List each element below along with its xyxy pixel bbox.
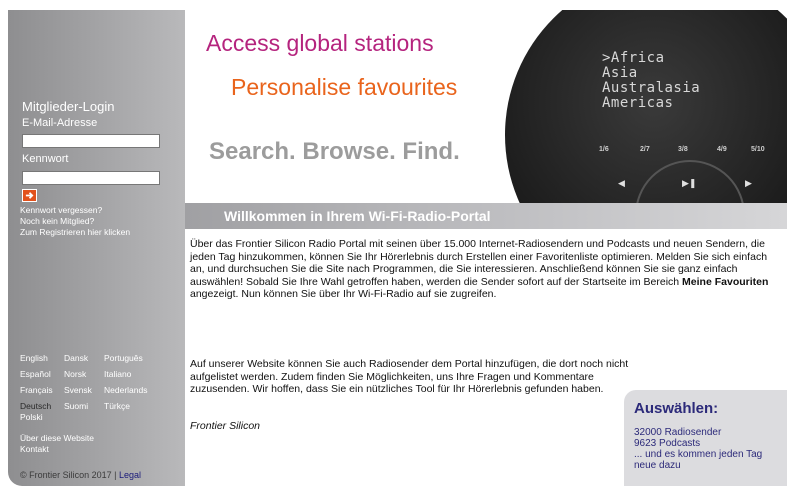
region-item: Asia [602, 65, 638, 81]
region-item: Americas [602, 95, 674, 111]
email-label: E-Mail-Adresse [22, 117, 98, 129]
legal-link[interactable]: Legal [119, 470, 141, 480]
login-button[interactable] [22, 189, 37, 202]
language-nederlands[interactable]: Nederlands [104, 385, 174, 401]
contact-link[interactable]: Kontakt [20, 444, 49, 454]
select-info-text: neue dazu [634, 460, 681, 471]
select-podcasts-link[interactable]: 9623 Podcasts [634, 438, 700, 449]
preset-label: 4/9 [717, 146, 727, 153]
select-radiostations-link[interactable]: 32000 Radiosender [634, 427, 721, 438]
signature: Frontier Silicon [190, 420, 261, 432]
preset-label: 1/6 [599, 146, 609, 153]
language-portugues[interactable]: Português [104, 353, 174, 369]
next-icon: ▶ [745, 178, 752, 188]
language-norsk[interactable]: Norsk [64, 369, 104, 385]
copyright-text: © Frontier Silicon 2017 | [20, 470, 120, 480]
sidebar: Mitglieder-Login E-Mail-Adresse Kennwort… [8, 10, 185, 486]
welcome-title: Willkommen in Ihrem Wi-Fi-Radio-Portal [224, 208, 491, 224]
intro-text-start: Über das Frontier Silicon Radio Portal m… [190, 238, 768, 288]
language-polski[interactable]: Polski [20, 412, 43, 422]
play-pause-icon: ▶❚ [682, 178, 697, 188]
forgot-password-link[interactable]: Kennwort vergessen? [20, 205, 102, 215]
radio-display-image: >Africa Asia Australasia Americas 1/6 2/… [505, 10, 787, 203]
preset-label: 3/8 [678, 146, 688, 153]
intro-text-end: angezeigt. Nun können Sie über Ihr Wi-Fi… [190, 288, 497, 301]
language-espanol[interactable]: Español [20, 369, 64, 385]
select-title: Auswählen: [634, 400, 719, 417]
language-francais[interactable]: Français [20, 385, 64, 401]
language-italiano[interactable]: Italiano [104, 369, 174, 385]
second-paragraph: Auf unserer Website können Sie auch Radi… [190, 358, 629, 396]
language-english[interactable]: English [20, 353, 64, 369]
arrow-right-icon [25, 192, 34, 199]
login-title: Mitglieder-Login [22, 99, 115, 114]
register-link[interactable]: Zum Registrieren hier klicken [20, 227, 130, 237]
language-dansk[interactable]: Dansk [64, 353, 104, 369]
region-item: >Africa [602, 50, 665, 66]
preset-label: 5/10 [751, 146, 765, 153]
tagline-personalise: Personalise favourites [231, 74, 458, 100]
select-panel: Auswählen: 32000 Radiosender 9623 Podcas… [624, 390, 787, 486]
tagline-access: Access global stations [206, 30, 434, 56]
password-label: Kennwort [22, 153, 69, 165]
favourites-emphasis: Meine Favouriten [682, 275, 769, 288]
region-item: Australasia [602, 80, 701, 96]
previous-icon: ◀ [618, 178, 625, 188]
welcome-bar: Willkommen in Ihrem Wi-Fi-Radio-Portal [185, 203, 787, 229]
intro-paragraph: Über das Frontier Silicon Radio Portal m… [190, 238, 782, 301]
language-svensk[interactable]: Svensk [64, 385, 104, 401]
preset-label: 2/7 [640, 146, 650, 153]
password-field[interactable] [22, 171, 160, 185]
language-turkce[interactable]: Türkçe [104, 401, 174, 417]
no-member-text: Noch kein Mitglied? [20, 216, 95, 226]
language-list: English Dansk Português Español Norsk It… [20, 353, 185, 417]
tagline-search: Search. Browse. Find. [209, 138, 460, 165]
select-info-text: ... und es kommen jeden Tag [634, 449, 763, 460]
language-suomi[interactable]: Suomi [64, 401, 104, 417]
copyright: © Frontier Silicon 2017 | Legal [20, 470, 141, 480]
email-field[interactable] [22, 134, 160, 148]
about-link[interactable]: Über diese Website [20, 433, 94, 443]
